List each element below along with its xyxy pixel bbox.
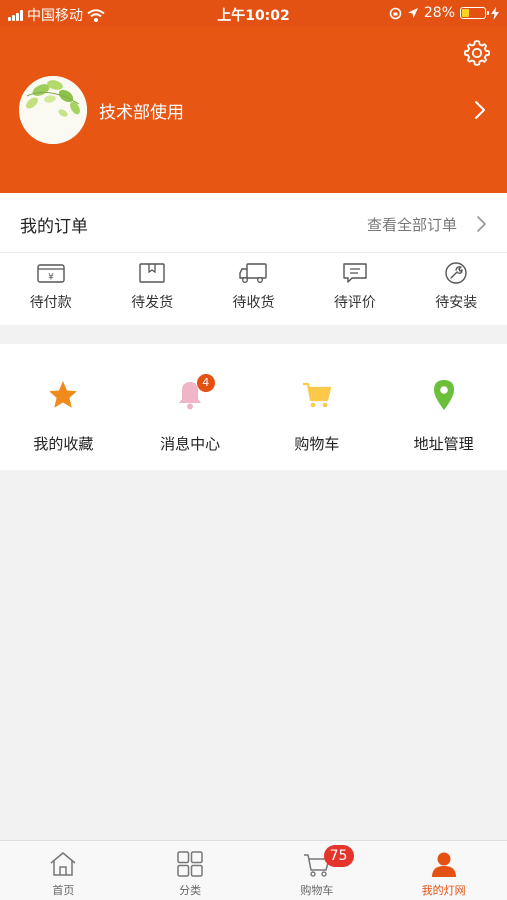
grid-icon [177, 851, 203, 877]
tab-home[interactable]: 首页 [0, 841, 127, 900]
tab-cart[interactable]: 75 购物车 [254, 841, 381, 900]
charging-bolt-icon [491, 6, 499, 20]
orders-section: 我的订单 查看全部订单 ¥ 待付款 待发货 待收货 待评价 待安装 [0, 193, 507, 325]
svg-text:¥: ¥ [48, 273, 54, 283]
order-status-row: ¥ 待付款 待发货 待收货 待评价 待安装 [0, 261, 507, 312]
person-icon [431, 852, 456, 877]
location-arrow-icon [407, 8, 418, 18]
battery-percent: 28% [423, 5, 455, 21]
location-pin-icon [433, 380, 454, 410]
tab-bar: 首页 分类 75 购物车 我的灯网 [0, 840, 507, 900]
home-icon [50, 852, 76, 876]
tab-my-account[interactable]: 我的灯网 [380, 841, 507, 900]
service-address[interactable]: 地址管理 [380, 344, 507, 470]
chevron-right-icon[interactable] [473, 100, 487, 120]
orders-title: 我的订单 [20, 217, 88, 237]
service-label: 我的收藏 [33, 435, 94, 453]
message-count-badge: 4 [196, 374, 215, 392]
tab-label: 我的灯网 [421, 884, 466, 897]
rotation-lock-icon [389, 7, 402, 19]
tab-categories[interactable]: 分类 [127, 841, 254, 900]
services-row: 我的收藏 4 消息中心 购物车 地址管理 [0, 344, 507, 470]
order-item-label: 待评价 [333, 295, 376, 311]
status-bar: 中国移动 上午10:02 28% [0, 0, 507, 27]
service-label: 消息中心 [160, 435, 221, 453]
order-item-label: 待付款 [29, 295, 72, 311]
star-icon [49, 381, 78, 408]
tab-label: 首页 [52, 884, 75, 897]
order-pending-install[interactable]: 待安装 [406, 261, 507, 312]
order-pending-review[interactable]: 待评价 [304, 261, 405, 312]
order-item-label: 待收货 [232, 295, 275, 311]
wrench-icon [445, 262, 467, 284]
gear-icon[interactable] [463, 39, 491, 67]
delivery-truck-icon [239, 263, 268, 283]
status-right: 28% [389, 5, 499, 21]
chevron-right-icon[interactable] [475, 215, 487, 233]
order-pending-shipment[interactable]: 待发货 [101, 261, 202, 312]
service-cart[interactable]: 购物车 [254, 344, 381, 470]
battery-icon [460, 7, 489, 19]
profile-header: 技术部使用 [0, 27, 507, 193]
cart-count-badge: 75 [323, 845, 354, 867]
order-item-label: 待安装 [435, 295, 478, 311]
service-messages[interactable]: 4 消息中心 [127, 344, 254, 470]
comment-icon [343, 263, 367, 283]
box-icon [139, 263, 165, 283]
tab-label: 分类 [179, 884, 202, 897]
avatar[interactable] [19, 76, 87, 144]
service-favorites[interactable]: 我的收藏 [0, 344, 127, 470]
tab-label: 购物车 [300, 884, 334, 897]
service-label: 购物车 [294, 435, 340, 453]
orders-header[interactable]: 我的订单 查看全部订单 [0, 193, 507, 253]
order-item-label: 待发货 [131, 295, 174, 311]
username[interactable]: 技术部使用 [99, 98, 184, 123]
view-all-orders-link[interactable]: 查看全部订单 [367, 214, 457, 235]
service-label: 地址管理 [413, 435, 474, 453]
cart-icon [302, 382, 331, 408]
order-pending-receipt[interactable]: 待收货 [203, 261, 304, 312]
leaf-avatar-image [19, 76, 87, 144]
order-pending-payment[interactable]: ¥ 待付款 [0, 261, 101, 312]
wallet-yen-icon: ¥ [36, 264, 65, 283]
